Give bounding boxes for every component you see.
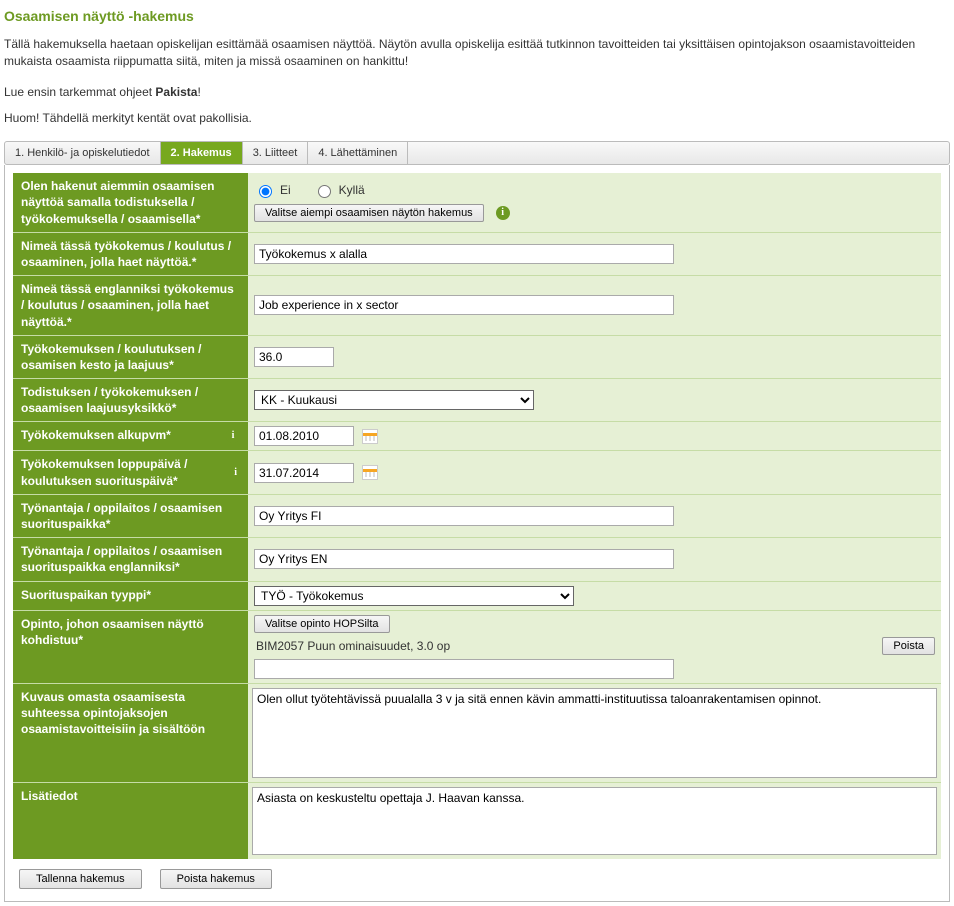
remove-study-button[interactable]: Poista [882, 637, 935, 655]
radio-no-label[interactable]: Ei [254, 182, 291, 198]
label-description: Kuvaus omasta osaamisesta suhteessa opin… [13, 684, 248, 782]
study-extra-input[interactable] [254, 659, 674, 679]
intro-paragraph-3: Huom! Tähdellä merkityt kentät ovat pako… [4, 110, 950, 127]
tab-bar: 1. Henkilö- ja opiskelutiedot 2. Hakemus… [4, 141, 950, 165]
radio-yes[interactable] [318, 185, 331, 198]
calendar-icon[interactable] [362, 465, 378, 480]
page-title: Osaamisen näyttö -hakemus [4, 8, 950, 24]
radio-no[interactable] [259, 185, 272, 198]
tab-application[interactable]: 2. Hakemus [161, 142, 243, 164]
end-date-input[interactable] [254, 463, 354, 483]
label-name-en: Nimeä tässä englanniksi työkokemus / kou… [13, 276, 248, 335]
bottom-button-row: Tallenna hakemus Poista hakemus [13, 859, 941, 893]
extra-textarea[interactable] [252, 787, 937, 855]
place-type-select[interactable]: TYÖ - Työkokemus [254, 586, 574, 606]
label-place-type: Suorituspaikan tyyppi* [13, 582, 248, 610]
tab-personal[interactable]: 1. Henkilö- ja opiskelutiedot [5, 142, 161, 164]
tab-send[interactable]: 4. Lähettäminen [308, 142, 408, 164]
pick-previous-button[interactable]: Valitse aiempi osaamisen näytön hakemus [254, 204, 484, 222]
intro-paragraph-1: Tällä hakemuksella haetaan opiskelijan e… [4, 36, 950, 70]
info-icon[interactable] [496, 206, 510, 220]
previous-application-radio-group: Ei Kyllä [254, 182, 935, 198]
pick-study-button[interactable]: Valitse opinto HOPSilta [254, 615, 390, 633]
radio-yes-label[interactable]: Kyllä [313, 182, 365, 198]
save-button[interactable]: Tallenna hakemus [19, 869, 142, 889]
tab-attachments[interactable]: 3. Liitteet [243, 142, 309, 164]
start-date-input[interactable] [254, 426, 354, 446]
name-en-input[interactable] [254, 295, 674, 315]
info-icon[interactable] [226, 429, 240, 443]
study-item-text: BIM2057 Puun ominaisuudet, 3.0 op [254, 639, 450, 653]
form-panel: Olen hakenut aiemmin osaamisen näyttöä s… [4, 165, 950, 901]
description-textarea[interactable] [252, 688, 937, 778]
label-extra: Lisätiedot [13, 783, 248, 859]
unit-select[interactable]: KK - Kuukausi [254, 390, 534, 410]
name-fi-input[interactable] [254, 244, 674, 264]
intro-paragraph-2: Lue ensin tarkemmat ohjeet Pakista! [4, 84, 950, 101]
intro-block: Tällä hakemuksella haetaan opiskelijan e… [4, 36, 950, 127]
duration-input[interactable] [254, 347, 334, 367]
label-name-fi: Nimeä tässä työkokemus / koulutus / osaa… [13, 233, 248, 275]
employer-fi-input[interactable] [254, 506, 674, 526]
label-previous-application: Olen hakenut aiemmin osaamisen näyttöä s… [13, 173, 248, 232]
label-duration: Työkokemuksen / koulutuksen / osamisen k… [13, 336, 248, 378]
label-employer-en: Työnantaja / oppilaitos / osaamisen suor… [13, 538, 248, 580]
label-unit: Todistuksen / työkokemuksen / osaamisen … [13, 379, 248, 421]
label-start-date: Työkokemuksen alkupvm* [13, 422, 248, 450]
label-end-date: Työkokemuksen loppupäivä / koulutuksen s… [13, 451, 248, 493]
delete-button[interactable]: Poista hakemus [160, 869, 272, 889]
calendar-icon[interactable] [362, 429, 378, 444]
label-study: Opinto, johon osaamisen näyttö kohdistuu… [13, 611, 248, 683]
info-icon[interactable] [231, 466, 240, 480]
label-employer-fi: Työnantaja / oppilaitos / osaamisen suor… [13, 495, 248, 537]
employer-en-input[interactable] [254, 549, 674, 569]
